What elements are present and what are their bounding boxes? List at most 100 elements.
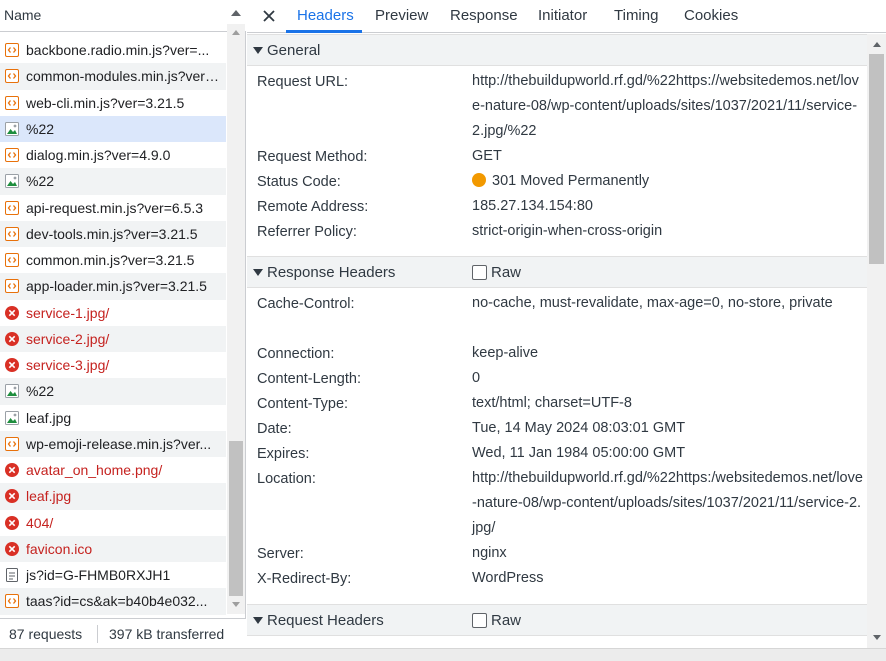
response-headers-section-header[interactable]: Response Headers Raw [247, 256, 867, 288]
request-name: avatar_on_home.png/ [26, 462, 163, 478]
scroll-up-arrow-icon[interactable] [231, 28, 241, 36]
response-raw-label[interactable]: Raw [491, 264, 521, 281]
tab-initiator[interactable]: Initiator [538, 7, 587, 24]
request-name: 404/ [26, 514, 54, 531]
remote-address-label: Remote Address: [257, 199, 369, 215]
response-headers-title: Response Headers [267, 264, 396, 281]
request-method-value: GET [472, 148, 502, 164]
details-scroll-thumb[interactable] [869, 54, 884, 264]
request-row[interactable]: service-1.jpg/ [0, 300, 226, 326]
script-file-icon [5, 95, 19, 110]
request-name: leaf.jpg [26, 409, 72, 426]
scroll-down-arrow-icon[interactable] [231, 601, 241, 609]
transferred-size: 397 kB transferred [109, 626, 225, 642]
active-tab-indicator [286, 30, 362, 33]
request-headers-section-header[interactable]: Request Headers Raw [247, 604, 867, 636]
request-row[interactable]: %22 [0, 115, 226, 142]
request-row[interactable]: leaf.jpg [0, 483, 226, 510]
response-header-key: Expires: [257, 446, 310, 462]
request-name: %22 [26, 173, 55, 190]
request-list-panel: Name backbone.radio.min.js?ver=... common… [0, 0, 246, 648]
request-row[interactable]: app-loader.min.js?ver=3.21.5 [0, 273, 226, 300]
close-icon[interactable] [261, 8, 277, 24]
request-row[interactable]: leaf.jpg [0, 405, 226, 431]
general-section-header[interactable]: General [247, 34, 867, 66]
request-row[interactable]: 404/ [0, 510, 226, 536]
response-header-key: Content-Type: [257, 396, 349, 412]
request-name: leaf.jpg [26, 488, 72, 505]
scroll-up-arrow-icon[interactable] [872, 40, 882, 48]
document-file-icon [6, 568, 18, 582]
request-list-header: Name [0, 0, 246, 32]
sort-ascending-icon[interactable] [229, 6, 243, 20]
tab-headers[interactable]: Headers [297, 7, 354, 24]
error-icon [5, 305, 19, 320]
response-header-key: X-Redirect-By: [257, 571, 352, 587]
script-file-icon [5, 279, 19, 294]
request-name: common-modules.min.js?ver=... [26, 68, 224, 85]
error-icon [5, 358, 19, 372]
request-name: dev-tools.min.js?ver=3.21.5 [26, 225, 198, 242]
request-row[interactable]: %22 [0, 378, 226, 405]
tab-response[interactable]: Response [450, 7, 518, 24]
details-scrollbar[interactable] [867, 34, 886, 648]
request-row[interactable]: web-cli.min.js?ver=3.21.5 [0, 90, 226, 116]
request-url-value: http://thebuildupworld.rf.gd/%22https://… [472, 73, 859, 139]
request-list-scroll-thumb[interactable] [229, 441, 243, 596]
request-row[interactable]: dev-tools.min.js?ver=3.21.5 [0, 220, 226, 247]
request-raw-checkbox[interactable] [472, 613, 487, 628]
request-name: web-cli.min.js?ver=3.21.5 [26, 94, 185, 111]
status-code-label: Status Code: [257, 174, 341, 190]
request-name: api-request.min.js?ver=6.5.3 [26, 199, 204, 216]
response-header-value: WordPress [472, 570, 544, 586]
response-header-value: no-cache, must-revalidate, max-age=0, no… [472, 295, 833, 311]
response-header-value: text/html; charset=UTF-8 [472, 395, 632, 411]
response-header-key: Date: [257, 421, 292, 437]
script-file-icon [5, 148, 19, 162]
response-header-value: 0 [472, 370, 481, 386]
response-raw-checkbox[interactable] [472, 265, 487, 280]
request-url-label: Request URL: [257, 74, 349, 90]
request-row[interactable]: common-modules.min.js?ver=... [0, 63, 226, 90]
tab-preview[interactable]: Preview [375, 7, 428, 24]
image-file-icon [5, 410, 19, 425]
script-file-icon [5, 253, 19, 267]
request-row[interactable]: favicon.ico [0, 535, 226, 562]
script-file-icon [5, 200, 19, 215]
expand-triangle-icon[interactable] [253, 47, 263, 55]
remote-address-value: 185.27.134.154:80 [472, 198, 593, 214]
response-header-key: Content-Length: [257, 371, 361, 387]
status-code-value: 301 Moved Permanently [472, 169, 864, 194]
request-row[interactable]: js?id=G-FHMB0RXJH1 [0, 562, 226, 588]
request-name: service-1.jpg/ [26, 304, 110, 321]
request-row[interactable]: service-2.jpg/ [0, 325, 226, 352]
request-row[interactable]: backbone.radio.min.js?ver=... [0, 37, 226, 63]
details-tab-bar: Headers Preview Response Initiator Timin… [247, 0, 886, 33]
request-name: dialog.min.js?ver=4.9.0 [26, 147, 171, 163]
request-row[interactable]: service-3.jpg/ [0, 352, 226, 378]
request-raw-label[interactable]: Raw [491, 612, 521, 629]
request-name: common.min.js?ver=3.21.5 [26, 252, 195, 268]
scroll-down-arrow-icon[interactable] [872, 634, 882, 642]
request-row[interactable]: common.min.js?ver=3.21.5 [0, 247, 226, 273]
request-name: %22 [26, 383, 55, 400]
image-file-icon [5, 121, 19, 136]
summary-bar: 87 requests 397 kB transferred [0, 618, 246, 648]
name-column-header[interactable]: Name [4, 7, 41, 23]
expand-triangle-icon[interactable] [253, 269, 263, 277]
expand-triangle-icon[interactable] [253, 617, 263, 625]
tab-cookies[interactable]: Cookies [684, 7, 738, 24]
script-file-icon [5, 436, 19, 451]
summary-divider [97, 625, 98, 643]
request-row[interactable]: api-request.min.js?ver=6.5.3 [0, 195, 226, 221]
request-row[interactable]: wp-emoji-release.min.js?ver... [0, 430, 226, 457]
request-row[interactable]: taas?id=cs&ak=b40b4e032... [0, 588, 226, 615]
tab-timing[interactable]: Timing [614, 7, 658, 24]
request-row[interactable]: avatar_on_home.png/ [0, 457, 226, 483]
request-row[interactable]: dialog.min.js?ver=4.9.0 [0, 142, 226, 168]
script-file-icon [5, 43, 19, 57]
response-header-value: nginx [472, 545, 507, 561]
request-row[interactable]: %22 [0, 168, 226, 195]
request-list-scrollbar[interactable] [227, 24, 245, 614]
script-file-icon [5, 226, 19, 241]
